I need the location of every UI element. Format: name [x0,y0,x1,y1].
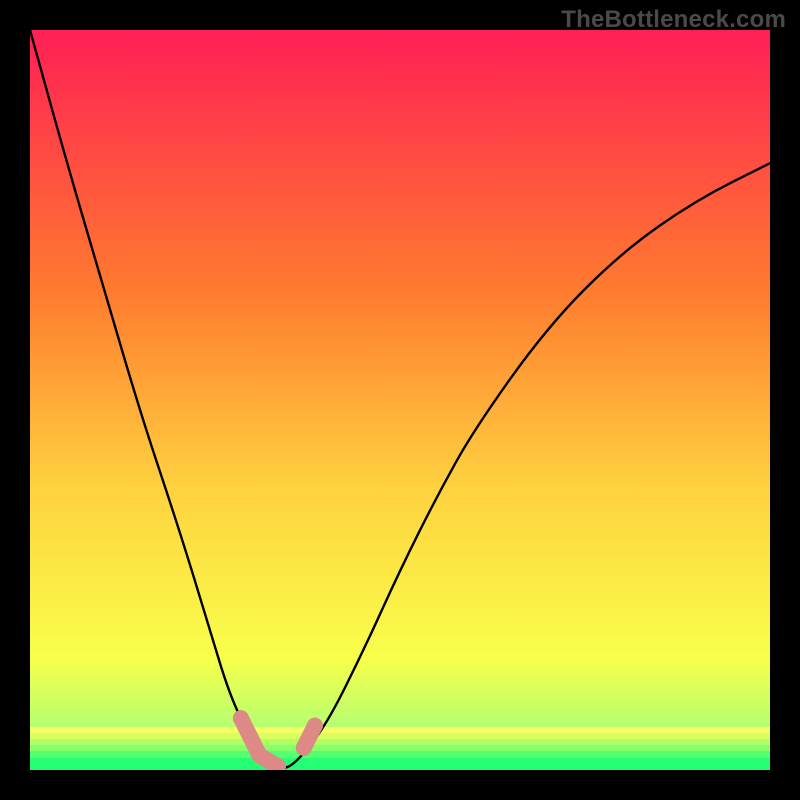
marker-dot-4 [296,740,312,756]
chart-frame: TheBottleneck.com [0,0,800,800]
gradient-background [30,30,770,770]
plot-area [30,30,770,770]
green-band-stripes [30,727,770,770]
marker-dot-5 [307,718,323,734]
marker-dot-1 [233,710,249,726]
bottleneck-chart-svg [30,30,770,770]
marker-dot-2 [251,747,267,763]
